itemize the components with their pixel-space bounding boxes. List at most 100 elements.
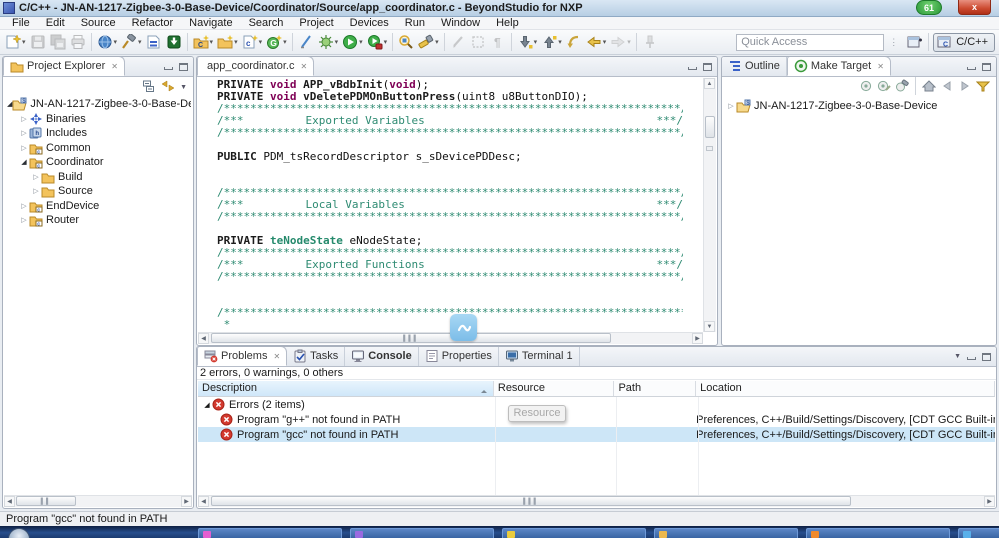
outline-minimize-icon[interactable]	[967, 67, 976, 70]
new-wizard-button[interactable]: ▾	[3, 32, 28, 52]
expand-arrow-icon[interactable]: ▷	[19, 202, 29, 210]
minimize-icon[interactable]	[164, 67, 173, 70]
column-header-description[interactable]: Description	[198, 381, 494, 396]
expand-arrow-icon[interactable]: ▷	[19, 129, 29, 137]
tab-close-icon[interactable]: ✕	[111, 62, 118, 71]
last-edit-button[interactable]	[564, 32, 584, 52]
taskbar-app-4[interactable]	[654, 527, 798, 538]
column-header-location[interactable]: Location	[696, 381, 995, 396]
maximize-icon[interactable]	[179, 62, 188, 71]
problems-error-row[interactable]: Program "gcc" not found in PATH Preferenc…	[198, 427, 995, 442]
menu-item-help[interactable]: Help	[488, 17, 527, 30]
dropdown-arrow-icon[interactable]: ▾	[335, 38, 339, 46]
title-bar[interactable]: C/C++ - JN-AN-1217-Zigbee-3-0-Base-Devic…	[0, 0, 999, 17]
new-class-button[interactable]: G ▾	[264, 32, 289, 52]
problems-error-row[interactable]: Program "g++" not found in PATH Preferenc…	[198, 412, 995, 427]
open-perspective-button[interactable]	[904, 32, 924, 52]
explorer-item-router[interactable]: ▷ c Router	[5, 213, 191, 228]
expand-arrow-icon[interactable]: ▷	[19, 144, 29, 152]
editor-minimize-icon[interactable]	[688, 67, 697, 70]
external-tools-button[interactable]: ▾	[365, 32, 390, 52]
collapse-arrow-icon[interactable]: ◢	[19, 158, 29, 166]
explorer-item-enddevice[interactable]: ▷ c EndDevice	[5, 199, 191, 214]
dropdown-arrow-icon[interactable]: ▾	[558, 38, 562, 46]
column-header-resource[interactable]: Resource	[494, 381, 615, 396]
expand-arrow-icon[interactable]: ▷	[19, 115, 29, 123]
menu-item-project[interactable]: Project	[291, 17, 341, 30]
tab-terminal-1[interactable]: Terminal 1	[499, 347, 580, 366]
explorer-item-includes[interactable]: ▷ h Includes	[5, 126, 191, 141]
dropdown-arrow-icon[interactable]: ▾	[359, 38, 363, 46]
menu-item-run[interactable]: Run	[397, 17, 433, 30]
build-button[interactable]: ▾	[119, 32, 144, 52]
problems-minimize-icon[interactable]	[967, 357, 976, 360]
menu-item-window[interactable]: Window	[433, 17, 488, 30]
build-all-button[interactable]	[144, 32, 164, 52]
mark-occurrences-button[interactable]	[296, 32, 316, 52]
collapse-all-icon[interactable]	[142, 79, 156, 93]
tab-tasks[interactable]: Tasks	[287, 347, 346, 366]
menu-item-source[interactable]: Source	[73, 17, 124, 30]
explorer-item-build[interactable]: ▷ Build	[5, 170, 191, 185]
dropdown-arrow-icon[interactable]: ▾	[210, 38, 214, 46]
start-orb[interactable]	[8, 528, 30, 538]
new-c-file-button[interactable]: c ▾	[240, 32, 265, 52]
problems-table[interactable]: Description Resource Path Location ◢ Errors …	[198, 381, 995, 495]
tab-close-icon[interactable]: ✕	[273, 352, 280, 361]
dropdown-arrow-icon[interactable]: ▾	[627, 38, 631, 46]
dropdown-arrow-icon[interactable]: ▾	[138, 38, 142, 46]
debug-button[interactable]: ▾	[316, 32, 341, 52]
link-editor-icon[interactable]	[161, 79, 175, 93]
explorer-item-source[interactable]: ▷ Source	[5, 184, 191, 199]
project-explorer-hscrollbar[interactable]: ◀ ▌▌ ▶	[4, 495, 192, 507]
close-button[interactable]: x	[958, 0, 991, 15]
tab-project-explorer[interactable]: Project Explorer ✕	[3, 57, 125, 76]
tab-make-target[interactable]: Make Target ✕	[786, 57, 891, 76]
taskbar-app-3[interactable]	[502, 527, 646, 538]
dropdown-arrow-icon[interactable]: ▾	[283, 38, 287, 46]
cpp-perspective-button[interactable]: C C/C++	[933, 32, 995, 52]
explorer-item-coordinator[interactable]: ◢ c Coordinator	[5, 155, 191, 170]
tab-problems[interactable]: Problems ✕	[197, 347, 288, 366]
expand-arrow-icon[interactable]: ▷	[19, 216, 29, 224]
flash-import-button[interactable]	[164, 32, 184, 52]
new-target-icon[interactable]	[859, 79, 873, 93]
nav-back-icon[interactable]	[940, 79, 954, 93]
problems-view-menu-icon[interactable]: ▼	[954, 353, 961, 360]
build-target-icon[interactable]	[895, 79, 909, 93]
problems-group-row[interactable]: ◢ Errors (2 items)	[198, 397, 995, 412]
menu-item-search[interactable]: Search	[241, 17, 292, 30]
dropdown-arrow-icon[interactable]: ▾	[435, 38, 439, 46]
code-editor[interactable]: PRIVATE void APP_vBdbInit(void); PRIVATE …	[198, 78, 703, 332]
new-project-button[interactable]: ▾	[215, 32, 240, 52]
taskbar-app-6[interactable]	[958, 527, 999, 538]
menu-item-edit[interactable]: Edit	[38, 17, 73, 30]
dictionary-overlay-icon[interactable]	[450, 314, 477, 341]
dropdown-arrow-icon[interactable]: ▾	[259, 38, 263, 46]
prev-annotation-button[interactable]: ▾	[539, 32, 564, 52]
windows-taskbar[interactable]	[0, 526, 999, 538]
search-button[interactable]: ▾	[416, 32, 441, 52]
explorer-item-common[interactable]: ▷ c Common	[5, 141, 191, 156]
tab-properties[interactable]: Properties	[419, 347, 499, 366]
new-c-project-button[interactable]: C ▾	[191, 32, 216, 52]
menu-item-navigate[interactable]: Navigate	[181, 17, 240, 30]
editor-vscrollbar[interactable]: ▲ ▼	[703, 78, 716, 332]
edit-target-icon[interactable]	[877, 79, 891, 93]
debug-config-button[interactable]: ▾	[95, 32, 120, 52]
column-header-path[interactable]: Path	[614, 381, 697, 396]
view-menu-icon[interactable]: ▼	[180, 80, 187, 92]
explorer-item-binaries[interactable]: ▷ Binaries	[5, 112, 191, 127]
tab-close-icon[interactable]: ✕	[877, 62, 884, 71]
dropdown-arrow-icon[interactable]: ▾	[603, 38, 607, 46]
taskbar-app-5[interactable]	[806, 527, 950, 538]
dropdown-arrow-icon[interactable]: ▾	[234, 38, 238, 46]
make-target-item-jn-an-1217-zigbee-3-0-base-device[interactable]: ▷ S JN-AN-1217-Zigbee-3-0-Base-Device	[724, 99, 994, 114]
dropdown-arrow-icon[interactable]: ▾	[22, 38, 26, 46]
quick-access-input[interactable]	[736, 33, 885, 51]
dropdown-arrow-icon[interactable]: ▾	[384, 38, 388, 46]
back-button[interactable]: ▾	[584, 32, 609, 52]
editor-gutter[interactable]	[198, 78, 216, 332]
editor-tab-close-icon[interactable]: ✕	[300, 62, 307, 71]
outline-maximize-icon[interactable]	[982, 62, 991, 71]
